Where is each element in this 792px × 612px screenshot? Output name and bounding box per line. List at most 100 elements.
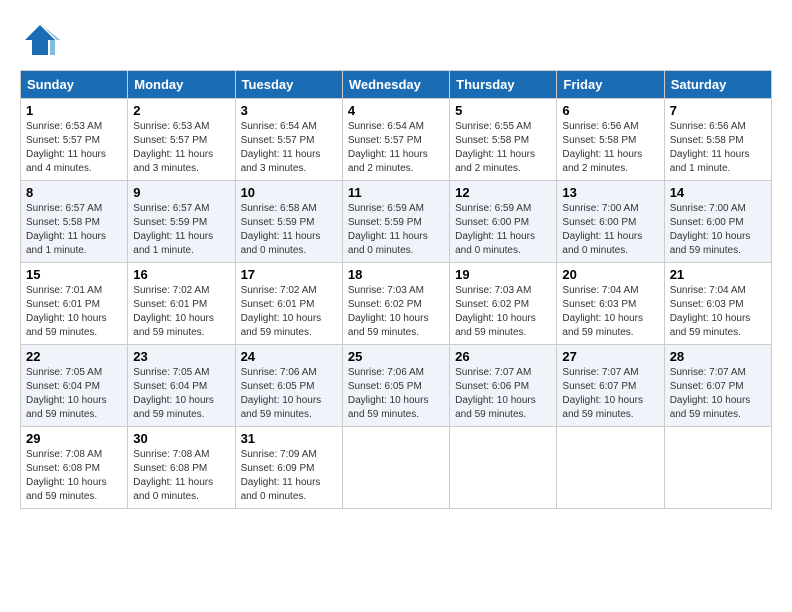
day-info: Sunrise: 6:57 AM Sunset: 5:59 PM Dayligh… bbox=[133, 202, 229, 258]
calendar-week-5: 29 Sunrise: 7:08 AM Sunset: 6:08 PM Dayli… bbox=[21, 427, 772, 509]
day-info: Sunrise: 6:54 AM Sunset: 5:57 PM Dayligh… bbox=[241, 120, 337, 176]
calendar-cell: 16 Sunrise: 7:02 AM Sunset: 6:01 PM Dayli… bbox=[128, 263, 235, 345]
day-info: Sunrise: 6:53 AM Sunset: 5:57 PM Dayligh… bbox=[26, 120, 122, 176]
calendar-cell: 22Sunrise: 7:05 AM Sunset: 6:04 PM Dayli… bbox=[21, 345, 128, 427]
calendar-cell: 13Sunrise: 7:00 AM Sunset: 6:00 PM Dayli… bbox=[557, 181, 664, 263]
day-number: 22 bbox=[26, 349, 122, 364]
day-info: Sunrise: 7:06 AM Sunset: 6:05 PM Dayligh… bbox=[348, 366, 444, 422]
day-info: Sunrise: 7:04 AM Sunset: 6:03 PM Dayligh… bbox=[670, 284, 766, 340]
day-number: 2 bbox=[133, 103, 229, 118]
calendar-week-1: 1 Sunrise: 6:53 AM Sunset: 5:57 PM Daylig… bbox=[21, 99, 772, 181]
day-number: 7 bbox=[670, 103, 766, 118]
calendar-cell: 2Sunrise: 6:53 AM Sunset: 5:57 PM Daylig… bbox=[128, 99, 235, 181]
calendar-cell: 6 Sunrise: 6:56 AM Sunset: 5:58 PM Daylig… bbox=[557, 99, 664, 181]
weekday-header-thursday: Thursday bbox=[450, 71, 557, 99]
calendar-cell: 11 Sunrise: 6:59 AM Sunset: 5:59 PM Dayli… bbox=[342, 181, 449, 263]
day-info: Sunrise: 7:00 AM Sunset: 6:00 PM Dayligh… bbox=[562, 202, 658, 258]
calendar-cell: 1 Sunrise: 6:53 AM Sunset: 5:57 PM Daylig… bbox=[21, 99, 128, 181]
day-number: 1 bbox=[26, 103, 122, 118]
day-info: Sunrise: 7:04 AM Sunset: 6:03 PM Dayligh… bbox=[562, 284, 658, 340]
calendar-cell: 23 Sunrise: 7:05 AM Sunset: 6:04 PM Dayli… bbox=[128, 345, 235, 427]
calendar-cell: 12Sunrise: 6:59 AM Sunset: 6:00 PM Dayli… bbox=[450, 181, 557, 263]
day-number: 29 bbox=[26, 431, 122, 446]
day-info: Sunrise: 6:57 AM Sunset: 5:58 PM Dayligh… bbox=[26, 202, 122, 258]
calendar-week-3: 15 Sunrise: 7:01 AM Sunset: 6:01 PM Dayli… bbox=[21, 263, 772, 345]
day-info: Sunrise: 7:06 AM Sunset: 6:05 PM Dayligh… bbox=[241, 366, 337, 422]
day-info: Sunrise: 6:56 AM Sunset: 5:58 PM Dayligh… bbox=[670, 120, 766, 176]
weekday-header-monday: Monday bbox=[128, 71, 235, 99]
day-number: 24 bbox=[241, 349, 337, 364]
day-info: Sunrise: 7:08 AM Sunset: 6:08 PM Dayligh… bbox=[133, 448, 229, 504]
day-info: Sunrise: 7:07 AM Sunset: 6:06 PM Dayligh… bbox=[455, 366, 551, 422]
calendar-cell: 9 Sunrise: 6:57 AM Sunset: 5:59 PM Daylig… bbox=[128, 181, 235, 263]
day-info: Sunrise: 7:03 AM Sunset: 6:02 PM Dayligh… bbox=[348, 284, 444, 340]
calendar-cell: 3 Sunrise: 6:54 AM Sunset: 5:57 PM Daylig… bbox=[235, 99, 342, 181]
day-number: 11 bbox=[348, 185, 444, 200]
calendar-week-4: 22 Sunrise: 7:05 AM Sunset: 6:04 PM Dayli… bbox=[21, 345, 772, 427]
day-number: 5 bbox=[455, 103, 551, 118]
day-number: 3 bbox=[241, 103, 337, 118]
day-info: Sunrise: 7:07 AM Sunset: 6:07 PM Dayligh… bbox=[562, 366, 658, 422]
calendar-cell bbox=[557, 427, 664, 509]
day-info: Sunrise: 7:00 AM Sunset: 6:00 PM Dayligh… bbox=[670, 202, 766, 258]
weekday-header-wednesday: Wednesday bbox=[342, 71, 449, 99]
day-number: 31 bbox=[241, 431, 337, 446]
day-number: 26 bbox=[455, 349, 551, 364]
calendar-cell: 15 Sunrise: 7:01 AM Sunset: 6:01 PM Dayli… bbox=[21, 263, 128, 345]
calendar-cell: 20 Sunrise: 7:04 AM Sunset: 6:03 PM Dayli… bbox=[557, 263, 664, 345]
day-info: Sunrise: 6:58 AM Sunset: 5:59 PM Dayligh… bbox=[241, 202, 337, 258]
day-number: 23 bbox=[133, 349, 229, 364]
day-number: 30 bbox=[133, 431, 229, 446]
day-number: 9 bbox=[133, 185, 229, 200]
calendar-cell: 28Sunrise: 7:07 AM Sunset: 6:07 PM Dayli… bbox=[664, 345, 771, 427]
calendar-header-row: SundayMondayTuesdayWednesdayThursdayFrid… bbox=[21, 71, 772, 99]
calendar-cell: 24 Sunrise: 7:06 AM Sunset: 6:05 PM Dayli… bbox=[235, 345, 342, 427]
day-number: 18 bbox=[348, 267, 444, 282]
day-number: 28 bbox=[670, 349, 766, 364]
day-info: Sunrise: 7:05 AM Sunset: 6:04 PM Dayligh… bbox=[133, 366, 229, 422]
calendar-cell: 8 Sunrise: 6:57 AM Sunset: 5:58 PM Daylig… bbox=[21, 181, 128, 263]
day-number: 6 bbox=[562, 103, 658, 118]
day-info: Sunrise: 7:09 AM Sunset: 6:09 PM Dayligh… bbox=[241, 448, 337, 504]
day-number: 8 bbox=[26, 185, 122, 200]
day-number: 14 bbox=[670, 185, 766, 200]
day-info: Sunrise: 7:02 AM Sunset: 6:01 PM Dayligh… bbox=[133, 284, 229, 340]
calendar-cell bbox=[664, 427, 771, 509]
calendar-cell: 25 Sunrise: 7:06 AM Sunset: 6:05 PM Dayli… bbox=[342, 345, 449, 427]
calendar-cell: 29 Sunrise: 7:08 AM Sunset: 6:08 PM Dayli… bbox=[21, 427, 128, 509]
calendar-cell: 18 Sunrise: 7:03 AM Sunset: 6:02 PM Dayli… bbox=[342, 263, 449, 345]
day-info: Sunrise: 7:01 AM Sunset: 6:01 PM Dayligh… bbox=[26, 284, 122, 340]
calendar-cell: 14 Sunrise: 7:00 AM Sunset: 6:00 PM Dayli… bbox=[664, 181, 771, 263]
day-info: Sunrise: 6:54 AM Sunset: 5:57 PM Dayligh… bbox=[348, 120, 444, 176]
day-number: 27 bbox=[562, 349, 658, 364]
logo bbox=[20, 20, 66, 60]
weekday-header-sunday: Sunday bbox=[21, 71, 128, 99]
day-info: Sunrise: 7:08 AM Sunset: 6:08 PM Dayligh… bbox=[26, 448, 122, 504]
calendar-table: SundayMondayTuesdayWednesdayThursdayFrid… bbox=[20, 70, 772, 509]
day-number: 25 bbox=[348, 349, 444, 364]
calendar-cell: 17Sunrise: 7:02 AM Sunset: 6:01 PM Dayli… bbox=[235, 263, 342, 345]
day-info: Sunrise: 7:03 AM Sunset: 6:02 PM Dayligh… bbox=[455, 284, 551, 340]
day-number: 4 bbox=[348, 103, 444, 118]
day-info: Sunrise: 6:56 AM Sunset: 5:58 PM Dayligh… bbox=[562, 120, 658, 176]
calendar-cell: 30 Sunrise: 7:08 AM Sunset: 6:08 PM Dayli… bbox=[128, 427, 235, 509]
calendar-cell: 5 Sunrise: 6:55 AM Sunset: 5:58 PM Daylig… bbox=[450, 99, 557, 181]
calendar-cell: 7 Sunrise: 6:56 AM Sunset: 5:58 PM Daylig… bbox=[664, 99, 771, 181]
day-info: Sunrise: 6:59 AM Sunset: 6:00 PM Dayligh… bbox=[455, 202, 551, 258]
calendar-cell: 31 Sunrise: 7:09 AM Sunset: 6:09 PM Dayli… bbox=[235, 427, 342, 509]
day-number: 15 bbox=[26, 267, 122, 282]
weekday-header-friday: Friday bbox=[557, 71, 664, 99]
day-number: 20 bbox=[562, 267, 658, 282]
day-number: 16 bbox=[133, 267, 229, 282]
calendar-cell: 4 Sunrise: 6:54 AM Sunset: 5:57 PM Daylig… bbox=[342, 99, 449, 181]
calendar-cell bbox=[450, 427, 557, 509]
logo-icon bbox=[20, 20, 60, 60]
day-info: Sunrise: 6:55 AM Sunset: 5:58 PM Dayligh… bbox=[455, 120, 551, 176]
page-header bbox=[20, 20, 772, 60]
calendar-cell bbox=[342, 427, 449, 509]
day-info: Sunrise: 6:59 AM Sunset: 5:59 PM Dayligh… bbox=[348, 202, 444, 258]
day-number: 21 bbox=[670, 267, 766, 282]
calendar-cell: 21 Sunrise: 7:04 AM Sunset: 6:03 PM Dayli… bbox=[664, 263, 771, 345]
calendar-week-2: 8 Sunrise: 6:57 AM Sunset: 5:58 PM Daylig… bbox=[21, 181, 772, 263]
day-number: 19 bbox=[455, 267, 551, 282]
